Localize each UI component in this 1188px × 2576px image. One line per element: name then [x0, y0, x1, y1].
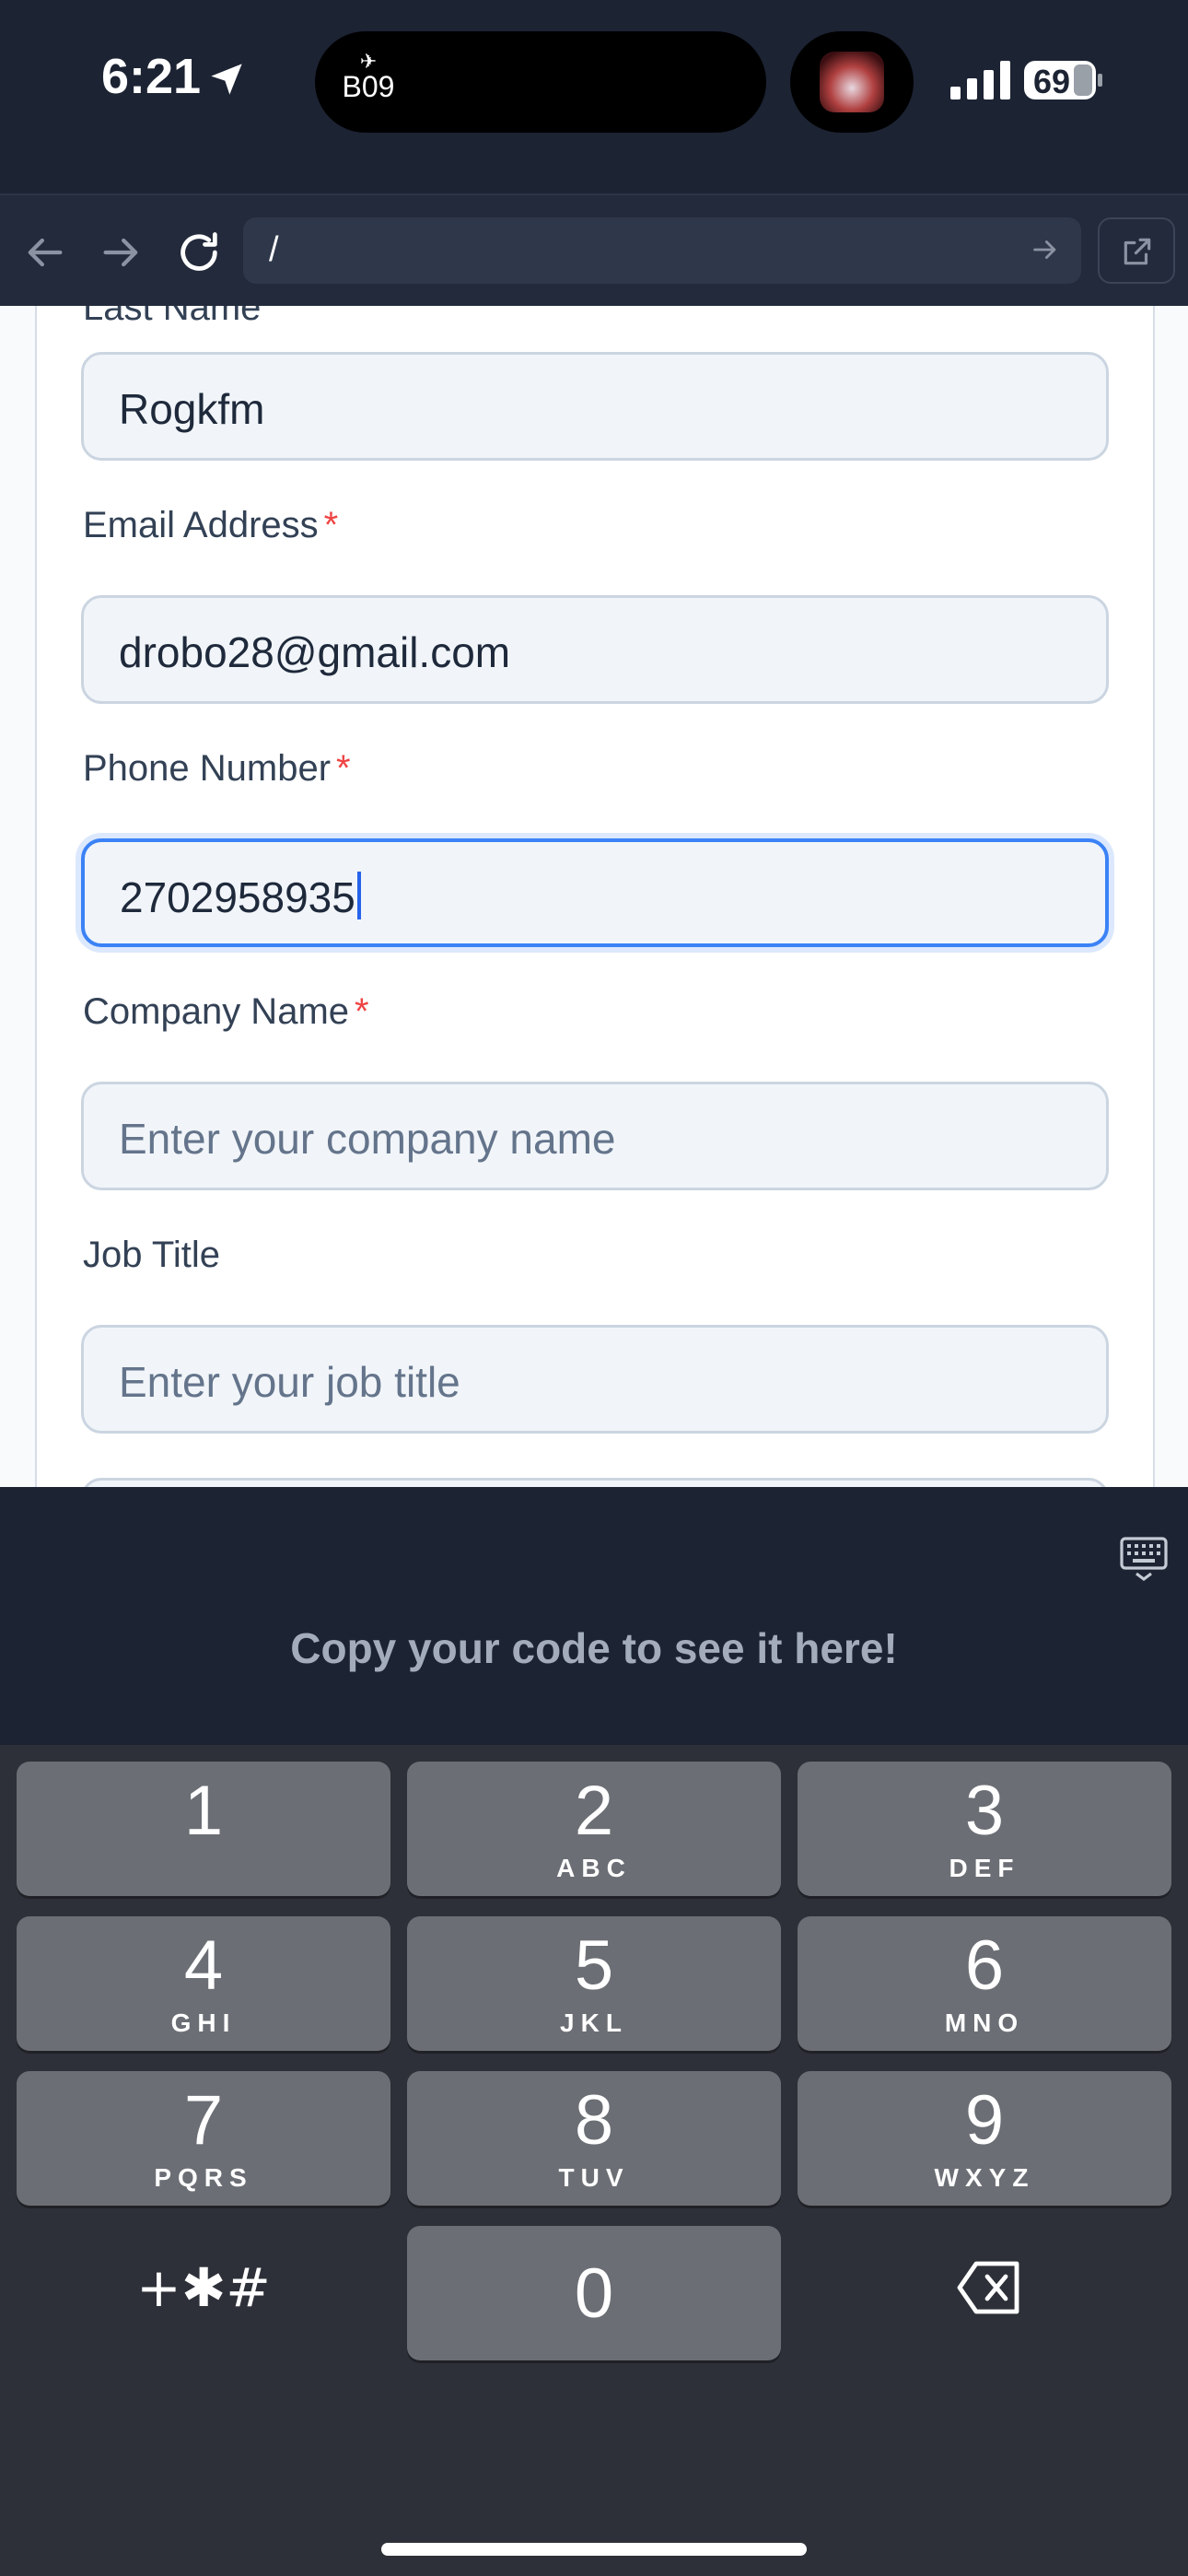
open-external-button[interactable] — [1098, 217, 1175, 284]
key-digit: 8 — [574, 2081, 614, 2160]
key-letters: TUV — [558, 2163, 630, 2192]
key-letters: MNO — [944, 2008, 1025, 2037]
email-value: drobo28@gmail.com — [119, 628, 511, 676]
key-digit: 3 — [964, 1772, 1005, 1850]
required-marker: * — [336, 748, 351, 789]
web-content: Last Name Rogkfm Email Address * drobo28@… — [0, 306, 1188, 1487]
phone-value-wrapper: 2702958935 — [120, 872, 361, 922]
flight-number: B09 — [342, 70, 395, 103]
last-name-field[interactable]: Rogkfm — [81, 352, 1109, 461]
key-letters: DEF — [949, 1854, 1020, 1882]
key-4[interactable]: 4 GHI — [17, 1916, 390, 2051]
company-label-text: Company Name — [83, 991, 350, 1032]
key-digit: 6 — [964, 1926, 1005, 2005]
key-digit: 4 — [183, 1926, 224, 2005]
browser-toolbar: / — [0, 193, 1188, 306]
key-letters: WXYZ — [934, 2163, 1035, 2192]
key-0[interactable]: 0 — [407, 2226, 781, 2360]
last-name-value: Rogkfm — [119, 385, 265, 433]
key-digit: 1 — [183, 1772, 224, 1850]
job-title-label: Job Title — [83, 1235, 220, 1275]
arrow-right-icon[interactable] — [1030, 234, 1061, 265]
company-label: Company Name * — [83, 991, 369, 1033]
status-bar: 6:21 ✈ B09 69 — [0, 0, 1188, 193]
phone-label: Phone Number * — [83, 748, 351, 790]
status-time: 6:21 — [101, 49, 202, 104]
key-digit: 2 — [574, 1772, 614, 1850]
last-name-label: Last Name — [83, 306, 262, 328]
email-field[interactable]: drobo28@gmail.com — [81, 595, 1109, 704]
live-activity-app[interactable] — [790, 31, 914, 133]
battery-level: 69 — [1033, 63, 1071, 100]
job-title-field[interactable]: Enter your job title — [81, 1325, 1109, 1434]
key-5[interactable]: 5 JKL — [407, 1916, 781, 2051]
url-bar[interactable]: / — [243, 217, 1081, 284]
external-link-icon — [1124, 238, 1151, 265]
key-7[interactable]: 7 PQRS — [17, 2071, 390, 2206]
key-digit: 9 — [964, 2081, 1005, 2160]
keyboard-icon[interactable] — [1118, 1533, 1170, 1585]
phone-field[interactable]: 2702958935 — [81, 838, 1109, 947]
key-letters: JKL — [560, 2008, 628, 2037]
cellular-signal-icon — [950, 61, 1010, 100]
required-marker: * — [355, 991, 369, 1032]
company-placeholder: Enter your company name — [119, 1115, 616, 1163]
delete-key[interactable] — [798, 2220, 1171, 2355]
key-9[interactable]: 9 WXYZ — [798, 2071, 1171, 2206]
live-activity-flight: ✈ B09 — [341, 50, 396, 103]
key-6[interactable]: 6 MNO — [798, 1916, 1171, 2051]
text-caret — [356, 872, 361, 919]
battery-indicator: 69 — [1024, 61, 1103, 100]
key-letters: PQRS — [154, 2163, 253, 2192]
key-8[interactable]: 8 TUV — [407, 2071, 781, 2206]
form-card: Last Name Rogkfm Email Address * drobo28@… — [35, 306, 1155, 1487]
arrow-left-icon[interactable] — [20, 228, 68, 276]
reload-icon[interactable] — [175, 228, 223, 276]
key-3[interactable]: 3 DEF — [798, 1762, 1171, 1896]
arrow-right-icon[interactable] — [98, 228, 146, 276]
key-digit: 0 — [574, 2254, 614, 2333]
key-digit: 7 — [183, 2081, 224, 2160]
key-letters: GHI — [170, 2008, 237, 2037]
email-label: Email Address * — [83, 505, 338, 546]
keyboard-accessory-bar: Copy your code to see it here! — [0, 1487, 1188, 1745]
symbols-key[interactable]: +✱# — [17, 2220, 390, 2355]
phone-label-text: Phone Number — [83, 748, 332, 789]
next-field-partial[interactable] — [81, 1478, 1109, 1487]
job-title-placeholder: Enter your job title — [119, 1358, 460, 1406]
copy-code-hint: Copy your code to see it here! — [290, 1624, 898, 1672]
home-indicator[interactable] — [381, 2543, 807, 2556]
plane-icon: ✈ — [359, 50, 378, 73]
key-letters: ABC — [556, 1854, 632, 1882]
key-digit: 5 — [574, 1926, 614, 2005]
location-arrow-icon — [211, 64, 242, 95]
phone-value: 2702958935 — [120, 873, 355, 921]
app-icon — [820, 52, 884, 112]
backspace-icon — [957, 2261, 1019, 2314]
company-field[interactable]: Enter your company name — [81, 1082, 1109, 1190]
email-label-text: Email Address — [83, 505, 319, 545]
url-text[interactable]: / — [269, 230, 279, 270]
key-1[interactable]: 1 — [17, 1762, 390, 1896]
required-marker: * — [323, 505, 339, 545]
key-2[interactable]: 2 ABC — [407, 1762, 781, 1896]
numeric-keypad: 1 2 ABC 3 DEF 4 GHI 5 JKL 6 MNO 7 PQRS 8 TUV 9 W… — [0, 1745, 1188, 2576]
